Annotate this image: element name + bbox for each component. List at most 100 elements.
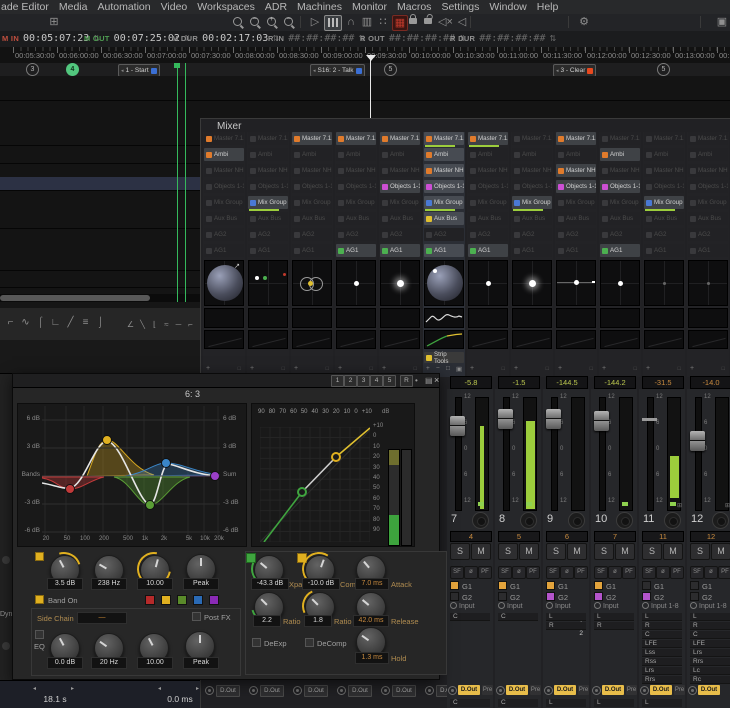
output-channel-row[interactable]: C (690, 631, 730, 639)
fader-handle[interactable] (594, 411, 609, 431)
side-chain-select[interactable]: — (77, 612, 127, 624)
strip-display[interactable] (248, 330, 288, 349)
sc-eq-q-value[interactable]: 10.00 (137, 657, 173, 669)
direct-out-button[interactable]: D.Out (304, 685, 328, 697)
link-icon[interactable]: • (415, 374, 418, 387)
fade-curve-icon[interactable]: ⌡ (94, 308, 107, 338)
routing-slot[interactable]: Objects 1-1E (424, 180, 464, 193)
strip-display[interactable] (204, 330, 244, 349)
output-channel-row[interactable]: L (690, 613, 730, 621)
direct-out-button[interactable]: D.Out (554, 685, 576, 695)
deexp-checkbox[interactable] (252, 638, 261, 647)
routing-slot[interactable]: AG1 (644, 244, 684, 257)
insert-display[interactable] (556, 308, 596, 328)
insert-display[interactable] (512, 308, 552, 328)
marker-circle[interactable]: 5 (384, 63, 397, 76)
pan-display[interactable] (292, 260, 332, 306)
listen-button[interactable]: SF (450, 566, 464, 579)
zoom-in-tool-icon[interactable]: + (267, 17, 276, 26)
output-channel-row[interactable]: Lrs (690, 649, 730, 657)
routing-slot[interactable]: AG2 (512, 228, 552, 241)
record-arm-button[interactable] (616, 512, 633, 529)
insert-display[interactable] (424, 308, 464, 328)
band-color-square[interactable] (145, 595, 155, 605)
input-routing[interactable]: Input (450, 602, 475, 610)
transport-value[interactable]: ##:##:##:## (479, 33, 545, 44)
eq-curve-display[interactable] (42, 406, 220, 538)
routing-slot[interactable]: Ambi (512, 148, 552, 161)
speaker-mute-icon[interactable]: ◁× (438, 15, 453, 29)
menu-media[interactable]: Media (59, 1, 88, 13)
direct-out-button[interactable]: D.Out (506, 685, 528, 695)
mute-button[interactable]: M (615, 543, 635, 560)
add-insert-icon[interactable]: + (206, 365, 210, 372)
routing-slot[interactable]: Aux Bus (512, 212, 552, 225)
output-channel-row[interactable]: R (594, 622, 634, 630)
routing-slot[interactable]: Mix Group (468, 196, 508, 209)
rack-mini-icon[interactable]: □ (238, 366, 241, 372)
output-channel-row[interactable]: Rrs (642, 676, 682, 684)
solo-button[interactable]: S (546, 543, 566, 560)
phase-button[interactable]: ø (512, 566, 526, 579)
solo-button[interactable]: S (450, 543, 470, 560)
routing-slot[interactable]: Master 7.1.4 (424, 132, 464, 145)
scrollbar-thumb[interactable] (0, 295, 150, 301)
output-channel-row[interactable]: Lc (690, 667, 730, 675)
routing-slot[interactable]: Objects 1-1E (688, 180, 728, 193)
rack-mini-icon[interactable]: □ (678, 366, 681, 372)
rack-footer-icon[interactable]: □ (446, 365, 450, 372)
routing-slot[interactable]: Master 7.1.4 (248, 132, 288, 145)
preset-button-1[interactable]: 1 (331, 375, 344, 387)
group-icon[interactable]: ∷ (377, 15, 389, 29)
phase-button[interactable]: ø (704, 566, 718, 579)
prefader-button[interactable]: PF (622, 566, 636, 579)
marker-lane[interactable]: 34◂1 - Start◂S16: 2 - Talk5◂3 - Clear5 (0, 63, 730, 77)
zoom-out-tool-icon[interactable]: − (250, 17, 259, 26)
pan-display[interactable] (468, 260, 508, 306)
direct-out-button[interactable]: D.Out (392, 685, 416, 697)
add-insert-icon[interactable]: + (382, 365, 386, 372)
add-insert-icon[interactable]: + (338, 365, 342, 372)
routing-slot[interactable]: Ambi (600, 148, 640, 161)
post-fx-checkbox[interactable] (192, 612, 201, 621)
output-channel-row[interactable]: L1 (546, 613, 586, 621)
speaker-icon[interactable]: ◁ (456, 15, 468, 29)
routing-slot[interactable]: Objects 1-1E (292, 180, 332, 193)
zoom-tool-icon[interactable] (233, 17, 242, 26)
phase-button[interactable]: ø (656, 566, 670, 579)
compressor-curve-display[interactable] (260, 427, 370, 542)
rack-mini-icon[interactable]: □ (502, 366, 505, 372)
direct-out-monitor-icon[interactable] (249, 686, 258, 695)
headphones-icon[interactable]: ∩ (345, 15, 357, 29)
output-channel-row[interactable]: LFE (642, 640, 682, 648)
solo-button[interactable]: S (642, 543, 662, 560)
routing-slot[interactable]: Mix Group (204, 196, 244, 209)
insert-display[interactable] (644, 308, 684, 328)
routing-slot[interactable]: AG1 (336, 244, 376, 257)
band-enable-toggle[interactable] (35, 552, 44, 561)
routing-slot[interactable]: Master 7.1.4 (600, 132, 640, 145)
group-2-toggle[interactable] (546, 592, 555, 601)
listen-button[interactable]: SF (690, 566, 704, 579)
rack-mini-icon[interactable]: □ (722, 366, 725, 372)
routing-slot[interactable]: Objects 1-1E (204, 180, 244, 193)
routing-slot[interactable]: Objects 1-1E (600, 180, 640, 193)
record-enable-icon[interactable]: ▦ (392, 15, 408, 31)
routing-slot[interactable]: AG2 (424, 228, 464, 241)
routing-slot[interactable]: Objects 1-1E (468, 180, 508, 193)
pan-display[interactable] (512, 260, 552, 306)
routing-slot[interactable]: AG1 (468, 244, 508, 257)
routing-slot[interactable]: Ambi (248, 148, 288, 161)
rack-mini-icon[interactable]: □ (326, 366, 329, 372)
rack-mini-icon[interactable]: □ (282, 366, 285, 372)
rack-mini-icon[interactable]: □ (414, 366, 417, 372)
window-menu-icon[interactable]: ▤ (425, 374, 433, 387)
marker-circle[interactable]: 3 (26, 63, 39, 76)
rack-mini-icon[interactable]: □ (590, 366, 593, 372)
group-2-toggle[interactable] (498, 592, 507, 601)
input-routing[interactable]: Input 1-8 (642, 602, 679, 610)
fade-curve-icon[interactable]: ∿ (19, 308, 32, 338)
routing-slot[interactable]: Master NHK (424, 164, 464, 177)
menu-machines[interactable]: Machines (297, 1, 342, 13)
channel-meter-value[interactable]: -31.5 (642, 376, 684, 389)
